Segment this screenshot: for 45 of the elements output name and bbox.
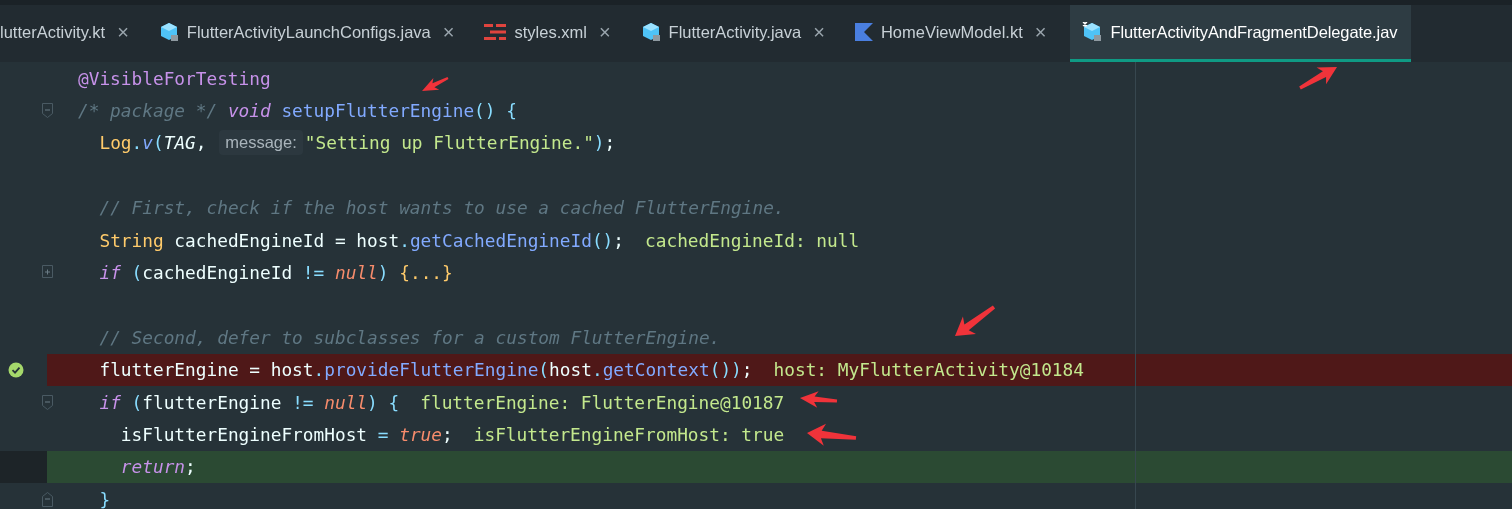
code-text: isFlutterEngineFromHost = true;: [120, 424, 453, 445]
inline-debug-value: cachedEngineId: null: [645, 229, 860, 251]
breakpoint-check-icon[interactable]: [8, 361, 24, 378]
class-file-icon: [640, 22, 661, 42]
annotation-arrow: [800, 391, 838, 408]
code-text: String cachedEngineId = host.getCachedEngineId();: [99, 229, 625, 251]
code-text: return;: [120, 456, 196, 478]
editor-tab[interactable]: FlutterActivityLaunchConfigs.java ×: [152, 5, 469, 62]
annotation-arrow: [807, 423, 857, 446]
code-text: /* package */ void setupFlutterEngine() {: [78, 100, 517, 122]
code-comment: // Second, defer to subclasses for a custom FlutterEngine.: [99, 326, 721, 348]
close-icon[interactable]: ×: [598, 20, 611, 44]
code-text: if (cachedEngineId != null) {...}: [99, 262, 453, 284]
close-icon[interactable]: ×: [1034, 20, 1047, 44]
close-icon[interactable]: ×: [813, 20, 825, 44]
fold-icon[interactable]: [42, 103, 53, 119]
editor-tab[interactable]: FlutterActivityAndFragmentDelegate.jav: [1070, 5, 1412, 62]
code-text: Log.v(TAG,: [99, 132, 208, 154]
inline-debug-value: isFlutterEngineFromHost: true: [473, 424, 785, 445]
annotation-arrow: [422, 77, 449, 91]
fold-icon[interactable]: [42, 491, 53, 507]
class-file-icon: [158, 22, 179, 42]
code-text: }: [99, 488, 111, 509]
annotation-arrow: [1299, 67, 1337, 90]
class-file-icon: [1082, 22, 1103, 42]
code-comment: // First, check if the host wants to use a cached FlutterEngine.: [99, 197, 785, 219]
kotlin-file-icon: [854, 23, 873, 41]
inline-debug-value: host: MyFlutterActivity@10184: [773, 359, 1084, 381]
editor-tab[interactable]: styles.xml ×: [478, 5, 625, 62]
code-text: if (flutterEngine != null) {: [99, 391, 400, 413]
fold-icon[interactable]: [42, 394, 53, 410]
editor-tab[interactable]: HomeViewModel.kt ×: [848, 5, 1061, 62]
close-icon[interactable]: ×: [442, 20, 455, 44]
expand-icon[interactable]: [42, 265, 53, 281]
editor-tab[interactable]: lutterActivity.kt ×: [0, 5, 143, 62]
code-text: @VisibleForTesting: [78, 67, 271, 89]
close-icon[interactable]: ×: [117, 20, 129, 44]
layout-file-icon: [484, 23, 507, 41]
editor-tab[interactable]: FlutterActivity.java ×: [634, 5, 839, 62]
code-text: flutterEngine = host.provideFlutterEngine(host.getContext());: [99, 359, 753, 381]
code-text: "Setting up FlutterEngine.");: [304, 132, 616, 154]
annotation-arrow: [955, 305, 996, 336]
inline-debug-value: flutterEngine: FlutterEngine@10187: [420, 391, 785, 413]
parameter-hint: message:: [219, 130, 303, 156]
current-line-gutter: [0, 450, 47, 484]
